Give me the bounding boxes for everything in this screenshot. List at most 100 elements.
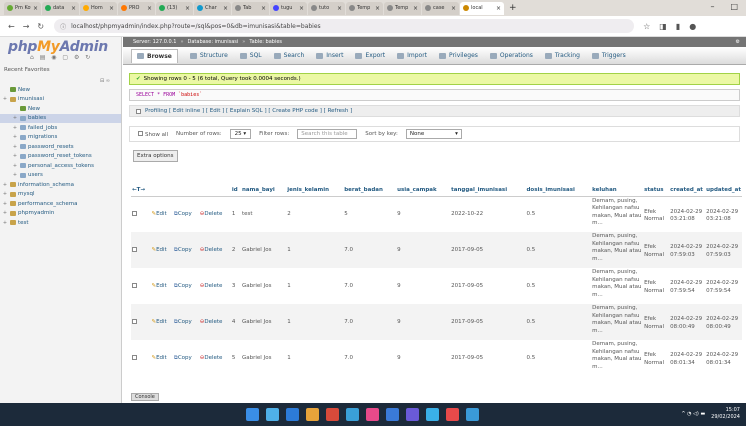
expand-icon[interactable]: +	[2, 220, 8, 226]
browser-tab[interactable]: Hom ×	[80, 1, 117, 15]
settings-gear-icon[interactable]: ⚙	[736, 39, 740, 45]
cell-nama-bayi[interactable]: Gabriel Jos	[241, 232, 287, 268]
tab-close-icon[interactable]: ×	[71, 5, 76, 12]
column-header[interactable]: jenis_kelamin	[286, 184, 344, 197]
cell-usia-campak[interactable]: 9	[396, 232, 451, 268]
column-header[interactable]: nama_bayi	[241, 184, 287, 197]
tab-structure[interactable]: Structure	[189, 52, 228, 59]
column-header[interactable]: berat_badan	[343, 184, 397, 197]
expand-icon[interactable]: +	[2, 210, 8, 216]
expand-icon[interactable]: +	[2, 201, 8, 207]
tab-sql[interactable]: SQL	[239, 52, 262, 59]
browser-tab[interactable]: tugu ×	[270, 1, 307, 15]
cell-id[interactable]: 2	[230, 232, 242, 268]
taskbar-app-icon[interactable]	[346, 408, 359, 421]
tree-item[interactable]: + migrations	[0, 133, 121, 143]
taskbar-app-icon[interactable]	[266, 408, 279, 421]
copy-link[interactable]: ⧉Copy	[173, 196, 199, 232]
cell-dosis-imunisasi[interactable]: 0.5	[525, 232, 592, 268]
cell-jenis-kelamin[interactable]: 1	[286, 232, 344, 268]
cell-updated-at[interactable]: 2024-02-29 07:59:54	[705, 268, 742, 304]
tree-item[interactable]: New	[0, 104, 121, 114]
delete-link[interactable]: ⊖Delete	[199, 340, 231, 376]
tab-close-icon[interactable]: ×	[223, 5, 228, 12]
delete-link[interactable]: ⊖Delete	[198, 304, 231, 340]
tab-tracking[interactable]: Tracking	[544, 52, 580, 59]
cell-updated-at[interactable]: 2024-02-29 08:01:34	[705, 340, 742, 376]
copy-link[interactable]: ⧉Copy	[172, 232, 199, 268]
sidebar-toggle-icon[interactable]: ▮	[676, 22, 680, 31]
copy-link[interactable]: ⧉Copy	[172, 304, 199, 340]
column-header[interactable]: dosis_imunisasi	[525, 184, 592, 197]
tree-item[interactable]: + password_reset_tokens	[0, 152, 121, 162]
tab-close-icon[interactable]: ×	[109, 5, 114, 12]
expand-icon[interactable]: +	[12, 144, 18, 150]
cell-status[interactable]: Efek Normal	[643, 340, 669, 376]
tree-item[interactable]: + failed_jobs	[0, 123, 121, 133]
cell-jenis-kelamin[interactable]: 2	[286, 196, 343, 232]
cell-keluhan[interactable]: Demam, pusing, Kehilangan nafsu makan, M…	[591, 232, 644, 268]
tree-item[interactable]: + test	[0, 218, 121, 228]
tab-close-icon[interactable]: ×	[337, 5, 342, 12]
cell-tanggal-imunisasi[interactable]: 2017-09-05	[450, 340, 525, 376]
url-field[interactable]: ⓘ localhost/phpmyadmin/index.php?route=/…	[54, 19, 635, 33]
browser-tab[interactable]: Temp ×	[346, 1, 383, 15]
pma-logo[interactable]: phpMyAdmin	[0, 37, 121, 55]
back-icon[interactable]: ←	[8, 22, 15, 31]
row-checkbox[interactable]	[132, 354, 137, 360]
cell-status[interactable]: Efek Normal	[643, 304, 670, 340]
cell-updated-at[interactable]: 2024-02-29 08:00:49	[705, 304, 742, 340]
maximize-icon[interactable]: □	[730, 2, 738, 11]
cell-updated-at[interactable]: 2024-02-29 07:59:03	[705, 232, 742, 268]
tab-browse[interactable]: Browse	[131, 48, 178, 63]
cell-id[interactable]: 3	[231, 268, 241, 304]
tree-item[interactable]: + mysql	[0, 190, 121, 200]
cell-created-at[interactable]: 2024-02-29 08:00:49	[669, 304, 706, 340]
column-header[interactable]: keluhan	[591, 184, 644, 197]
cell-keluhan[interactable]: Demam, pusing, Kehilangan nafsu makan, M…	[591, 196, 643, 232]
tree-item[interactable]: + performance_schema	[0, 199, 121, 209]
tree-item[interactable]: + babies	[0, 113, 121, 123]
tab-close-icon[interactable]: ×	[299, 5, 304, 12]
row-checkbox[interactable]	[132, 282, 137, 288]
cell-created-at[interactable]: 2024-02-29 03:21:08	[669, 196, 705, 232]
cell-created-at[interactable]: 2024-02-29 08:01:34	[669, 340, 705, 376]
expand-icon[interactable]: +	[2, 96, 8, 102]
edit-link[interactable]: ✎Edit	[150, 340, 172, 376]
breadcrumb-item[interactable]: Table: babies	[249, 39, 282, 45]
cell-status[interactable]: Efek Normal	[643, 268, 669, 304]
expand-icon[interactable]: +	[12, 163, 18, 169]
tab-close-icon[interactable]: ×	[261, 5, 266, 12]
copy-link[interactable]: ⧉Copy	[173, 268, 199, 304]
rows-select[interactable]: 25 ▾	[229, 129, 252, 139]
taskbar-app-icon[interactable]	[286, 408, 299, 421]
delete-link[interactable]: ⊖Delete	[199, 268, 231, 304]
tree-item[interactable]: + information_schema	[0, 180, 121, 190]
edit-link[interactable]: ✎Edit	[150, 232, 173, 268]
cell-created-at[interactable]: 2024-02-29 07:59:03	[669, 232, 706, 268]
cell-status[interactable]: Efek Normal	[643, 232, 670, 268]
cell-berat-badan[interactable]: 7.0	[343, 268, 396, 304]
cell-id[interactable]: 5	[231, 340, 241, 376]
taskbar-app-icon[interactable]	[306, 408, 319, 421]
cell-dosis-imunisasi[interactable]: 0.5	[526, 340, 592, 376]
site-info-icon[interactable]: ⓘ	[60, 22, 66, 31]
tab-privileges[interactable]: Privileges	[439, 52, 478, 59]
profile-icon[interactable]: ●	[689, 22, 696, 31]
cell-dosis-imunisasi[interactable]: 0.5	[525, 304, 592, 340]
cell-id[interactable]: 1	[231, 196, 241, 232]
browser-tab[interactable]: local ×	[460, 1, 504, 15]
copy-link[interactable]: ⧉Copy	[173, 340, 199, 376]
cell-nama-bayi[interactable]: Gabriel Jos	[241, 340, 286, 376]
collapse-all-icon[interactable]: ⊟ ∞	[100, 78, 121, 84]
taskbar-app-icon[interactable]	[446, 408, 459, 421]
cell-keluhan[interactable]: Demam, pusing, Kehilangan nafsu makan, M…	[591, 340, 643, 376]
column-header[interactable]: id	[230, 184, 242, 197]
taskbar-app-icon[interactable]	[326, 408, 339, 421]
profiling-checkbox[interactable]	[136, 108, 141, 114]
tab-export[interactable]: Export	[355, 52, 385, 59]
tab-triggers[interactable]: Triggers	[591, 52, 626, 59]
forward-icon[interactable]: →	[23, 22, 30, 31]
cell-id[interactable]: 4	[230, 304, 242, 340]
expand-icon[interactable]: +	[12, 134, 18, 140]
